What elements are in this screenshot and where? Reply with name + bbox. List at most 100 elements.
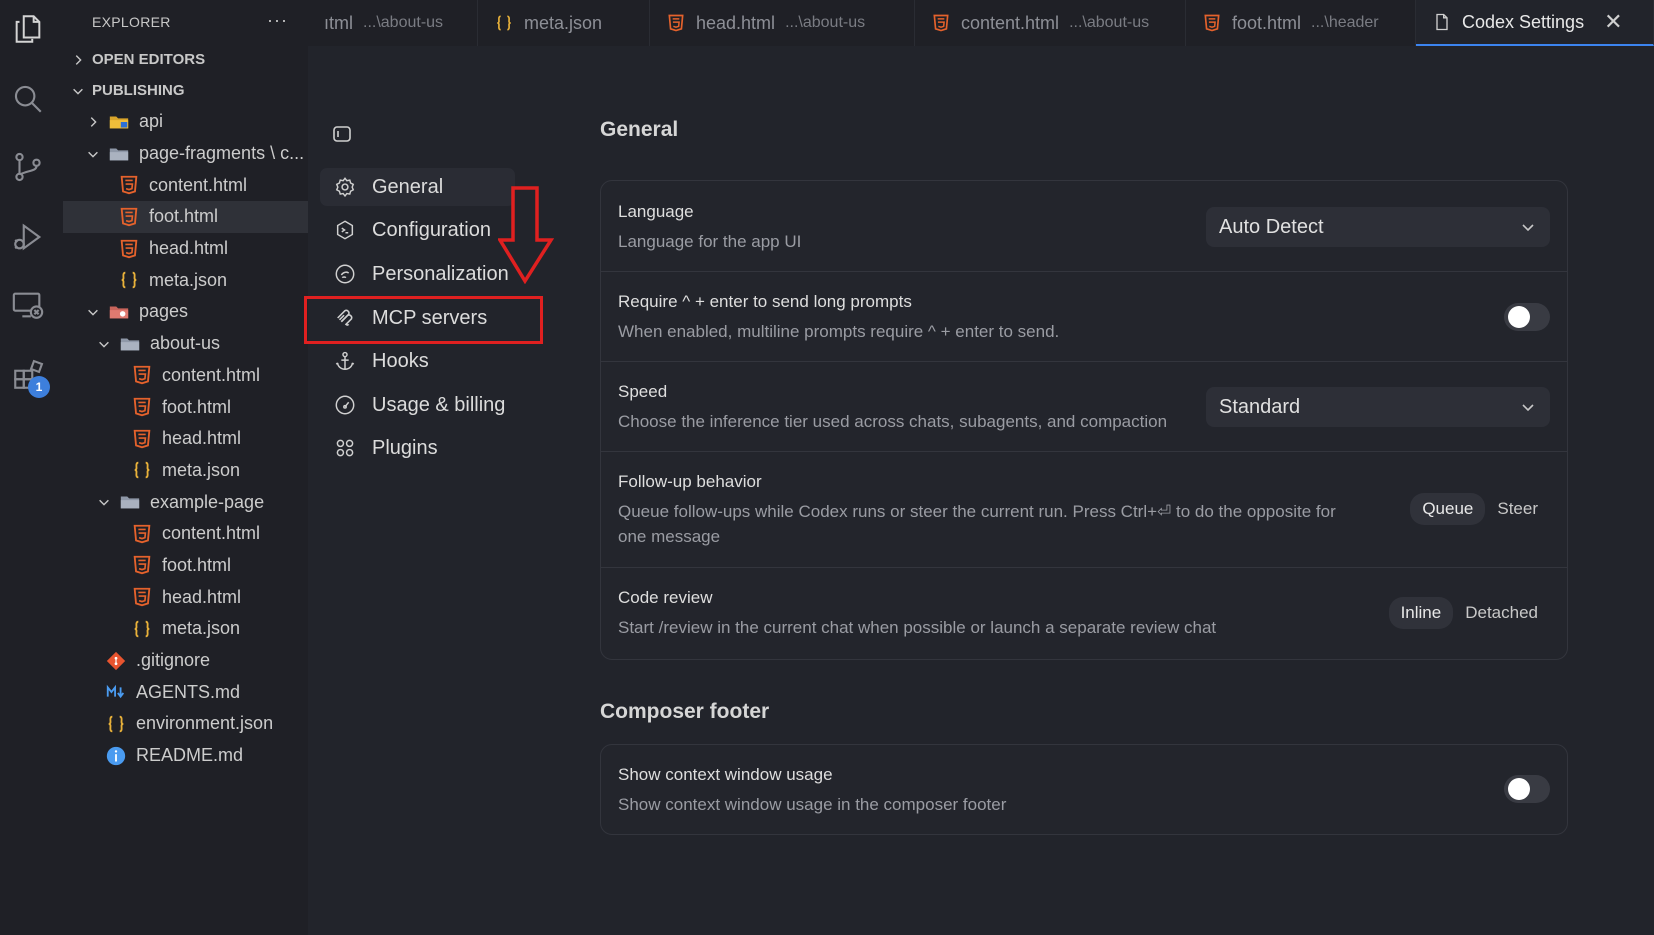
speed-row: Speed Choose the inference tier used acr… [601,362,1567,452]
tab-label: head.html [696,12,776,33]
tree-item[interactable]: page-fragments \ c... [63,138,308,170]
tree-item[interactable]: example-page [63,486,308,518]
json-icon [494,13,514,33]
tab-path: ...\about-us [785,14,866,31]
html-icon [931,13,951,33]
sidebar-toggle-icon[interactable] [332,124,352,144]
tree-item[interactable]: .gitignore [63,645,308,677]
tree-item[interactable]: meta.json [63,455,308,487]
tab-label: foot.html [1232,12,1302,33]
followup-steer-option[interactable]: Steer [1485,493,1550,525]
speed-dropdown[interactable]: Standard [1206,387,1550,427]
json-icon [131,618,153,640]
activity-bar: 1 [0,0,63,935]
editor-tab[interactable]: content.html ...\about-us [915,0,1186,46]
toggle-knob [1508,306,1530,328]
require-enter-title: Require ^ + enter to send long prompts [618,292,912,311]
tree-item[interactable]: head.html [63,581,308,613]
nav-item-usage-billing[interactable]: Usage & billing [320,386,515,424]
tree-item-label: README.md [136,745,244,766]
editor-tab[interactable]: Codex Settings ✕ [1416,0,1654,46]
tree-item-label: foot.html [162,554,232,575]
editor-tab[interactable]: head.html ...\about-us [650,0,915,46]
file-icon [1432,12,1452,32]
code-review-inline-option[interactable]: Inline [1388,597,1454,629]
tree-item[interactable]: meta.json [63,264,308,296]
language-dropdown[interactable]: Auto Detect [1206,207,1550,247]
tree-item[interactable]: content.html [63,360,308,392]
nav-item-configuration[interactable]: Configuration [320,211,515,249]
editor-tab[interactable]: foot.html ...\header [1186,0,1416,46]
html-icon [666,13,686,33]
tree-item-label: content.html [162,364,261,385]
html-icon [131,396,153,418]
code-review-desc: Start /review in the current chat when p… [618,618,1217,637]
folder-icon [108,143,130,165]
followup-queue-option[interactable]: Queue [1410,493,1486,525]
tree-item[interactable]: content.html [63,518,308,550]
tree-item[interactable]: README.md [63,740,308,772]
tree-item-label: head.html [162,428,242,449]
context-usage-desc: Show context window usage in the compose… [618,795,1007,814]
chevron-down-icon [88,309,98,316]
json-icon [131,459,153,481]
html-icon [118,238,140,260]
nav-item-hooks[interactable]: Hooks [320,342,515,380]
tree-item[interactable]: head.html [63,233,308,265]
tree-item[interactable]: pages [63,296,308,328]
code-review-row: Code review Start /review in the current… [601,568,1567,658]
tab-label: ıtml [324,12,353,33]
explorer-files-icon[interactable] [9,10,47,48]
nav-item-label: Hooks [372,349,429,372]
html-icon [131,523,153,545]
code-review-title: Code review [618,588,713,607]
context-usage-toggle[interactable] [1504,775,1550,803]
chevron-right-icon [90,116,97,127]
open-editors-section[interactable]: OPEN EDITORS [63,44,308,75]
more-actions-icon[interactable]: ··· [267,10,288,31]
context-usage-title: Show context window usage [618,765,833,784]
followup-desc-line1: Queue follow-ups while Codex runs or ste… [618,502,1336,521]
tree-item[interactable]: foot.html [63,391,308,423]
require-enter-toggle[interactable] [1504,303,1550,331]
nav-item-label: Usage & billing [372,393,506,416]
explorer-title: EXPLORER [92,14,171,30]
tree-item[interactable]: meta.json [63,613,308,645]
search-icon[interactable] [9,80,47,118]
editor-tab[interactable]: meta.json [478,0,650,46]
tree-item[interactable]: api [63,106,308,138]
code-review-detached-option[interactable]: Detached [1453,597,1550,629]
language-desc: Language for the app UI [618,232,802,251]
run-debug-icon[interactable] [9,218,47,256]
highlight-box [304,296,543,344]
markdown-icon [105,681,127,703]
gauge-icon [334,394,356,416]
folder-icon [119,491,141,513]
tree-item[interactable]: foot.html [63,201,308,233]
editor-tab[interactable]: ıtml ...\about-us [308,0,478,46]
tree-item-label: head.html [162,586,242,607]
tree-item[interactable]: about-us [63,328,308,360]
source-control-icon[interactable] [9,148,47,186]
tree-item[interactable]: head.html [63,423,308,455]
editor-tabs: ıtml ...\about-us meta.json head.html ...\ab… [308,0,1654,46]
nav-item-label: Plugins [372,436,438,459]
tree-item-label: pages [139,301,189,322]
open-editors-label: OPEN EDITORS [92,51,206,68]
close-icon[interactable]: ✕ [1604,9,1622,35]
remote-explorer-icon[interactable] [9,286,47,324]
code-review-segmented: Inline Detached [1388,597,1550,629]
explorer-header: EXPLORER ··· [63,0,308,44]
tree-item[interactable]: AGENTS.md [63,676,308,708]
tree-item[interactable]: environment.json [63,708,308,740]
plugins-icon [334,437,356,459]
nav-item-plugins[interactable]: Plugins [320,429,515,467]
tree-item[interactable]: content.html [63,169,308,201]
tree-item-label: api [139,111,164,132]
nav-item-general[interactable]: General [320,168,515,206]
tree-item[interactable]: foot.html [63,550,308,582]
workspace-label: PUBLISHING [92,82,185,99]
nav-item-personalization[interactable]: Personalization [320,255,515,293]
html-icon [131,586,153,608]
workspace-section[interactable]: PUBLISHING [63,75,308,106]
